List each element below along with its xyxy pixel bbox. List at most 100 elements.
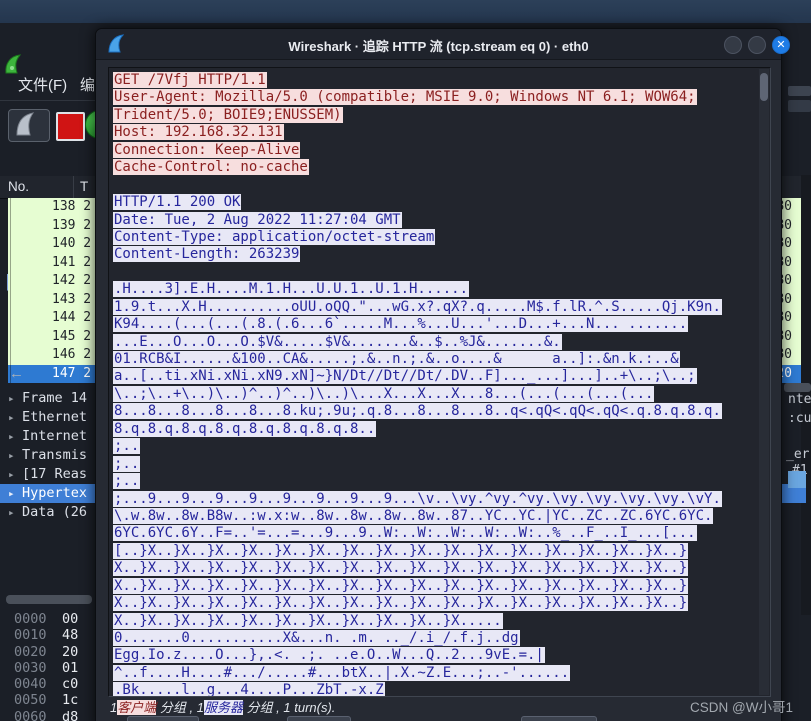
shark-fin-icon: [16, 112, 35, 136]
detail-right-fragment: :cu: [788, 411, 811, 426]
hex-offset: 0000: [14, 611, 47, 627]
stream-text: Trident/5.0; BOIE9;ENUSSEM): [113, 106, 343, 123]
minimize-button[interactable]: [724, 36, 742, 54]
hex-bytes: 48: [62, 627, 79, 644]
stream-text: \.w.8w..8w.B8w..:w.x:w..8w..8w..8w..8w..…: [113, 507, 714, 524]
stream-line: Content-Length: 263239: [113, 246, 756, 263]
stream-line: X..}X..}X..}X..}X..}X..}X..}X..}X..}X..}…: [113, 612, 756, 630]
maximize-button[interactable]: [748, 36, 766, 54]
packet-no-cell: 146 2: [52, 347, 92, 362]
stream-line: ;..: [113, 438, 756, 455]
column-time[interactable]: T: [80, 179, 88, 194]
stream-text: X..}X..}X..}X..}X..}X..}X..}X..}X..}X..}…: [113, 577, 689, 594]
hex-row[interactable]: 0020 20: [0, 644, 95, 660]
stream-line: Connection: Keep-Alive: [113, 141, 756, 159]
stream-line: [113, 177, 756, 194]
packet-no-cell: 143 2: [52, 291, 92, 307]
client-badge: 客户端: [117, 700, 157, 715]
stream-text: 6YC.6YC.6Y..F=..'=...=...9...9..W:..W:..…: [113, 525, 697, 542]
status-part: 1: [196, 700, 204, 715]
stream-text: Content-Type: application/octet-stream: [113, 228, 436, 245]
column-separator[interactable]: [73, 176, 74, 198]
stream-text: ;..: [113, 473, 141, 490]
stream-line: K94....(...(...(.8.(.6...6`.....M...%...…: [113, 316, 756, 333]
hex-row[interactable]: 0010 48: [0, 627, 95, 643]
stream-text: 8.q.8.q.8.q.8.q.8.q.8.q.8.q.8..: [113, 420, 377, 437]
mouse-cursor: ←: [9, 365, 24, 382]
menu-file[interactable]: 文件(F): [18, 74, 67, 95]
status-part: 分组 ,: [242, 700, 284, 715]
stream-line: GET /7Vfj HTTP/1.1: [113, 72, 756, 89]
stream-line: Cache-Control: no-cache: [113, 159, 756, 176]
stream-line: ;..: [113, 455, 756, 473]
dialog-bottom-button[interactable]: [127, 716, 199, 721]
screen: 文件(F) 编辑 tcp.stream No. T 138 280139 280…: [0, 0, 811, 721]
stream-text: ;..: [113, 438, 141, 455]
stream-text: ;...9...9...9...9...9...9...9...9...\v..…: [113, 490, 722, 507]
hex-bytes: 1c: [62, 692, 79, 709]
stream-text-area[interactable]: GET /7Vfj HTTP/1.1 User-Agent: Mozilla/5.…: [108, 67, 771, 697]
scrollbar-right-fragment[interactable]: [784, 383, 811, 392]
stream-line: ;...9...9...9...9...9...9...9...9...\v..…: [113, 490, 756, 508]
chevron-right-icon[interactable]: ▸: [8, 408, 15, 427]
hex-row[interactable]: 0030 01: [0, 660, 95, 676]
close-button[interactable]: ✕: [772, 36, 790, 54]
stream-line: [113, 264, 756, 281]
stream-status-text: 1客户端 分组 , 1服务器 分组 , 1 turn(s).: [110, 697, 335, 716]
stream-text: Cache-Control: no-cache: [113, 159, 309, 176]
hex-row[interactable]: 0060 d8: [0, 709, 95, 721]
chevron-right-icon[interactable]: ▸: [8, 427, 15, 446]
stream-text: GET /7Vfj HTTP/1.1: [113, 72, 267, 88]
stream-line: \.w.8w..8w.B8w..:w.x:w..8w..8w..8w..8w..…: [113, 507, 756, 525]
dialog-scrollbar[interactable]: [759, 69, 769, 695]
hex-bytes: c0: [62, 676, 79, 693]
stream-text: \..;\..+\..)\..)^..)^..)\..)\...X...X...…: [113, 385, 655, 402]
dialog-bottom-button[interactable]: [287, 716, 351, 721]
detail-right-fragment: _er: [786, 447, 810, 462]
packet-no-cell: 142 2: [52, 273, 92, 288]
stream-line: 8.q.8.q.8.q.8.q.8.q.8.q.8.q.8..: [113, 420, 756, 438]
hex-offset: 0010: [14, 627, 47, 644]
stream-line: Host: 192.168.32.131: [113, 124, 756, 141]
stream-line: X..}X..}X..}X..}X..}X..}X..}X..}X..}X..}…: [113, 595, 756, 612]
hex-offset: 0020: [14, 643, 47, 660]
stream-line: 1.9.t...X.H..........oUU.oQQ."...wG.x?.q…: [113, 298, 756, 316]
stream-line: a..[..ti.xNi.xNi.xN9.xN]~}N/Dt//Dt//Dt/.…: [113, 368, 756, 385]
chevron-right-icon[interactable]: ▸: [8, 484, 15, 503]
hex-row[interactable]: 0040 c0: [0, 676, 95, 692]
stream-text: ;..: [113, 455, 141, 472]
hex-bytes: d8: [62, 708, 79, 721]
dialog-scrollbar-thumb[interactable]: [760, 73, 768, 101]
hex-row[interactable]: 0050 1c: [0, 692, 95, 708]
hex-row[interactable]: 0000 00: [0, 611, 95, 627]
chevron-right-icon[interactable]: ▸: [8, 389, 15, 408]
stream-line: [..}X..}X..}X..}X..}X..}X..}X..}X..}X..}…: [113, 542, 756, 560]
stream-text: 01.RCB&I......&100..CA&.....;.&..n.;.&..…: [113, 351, 680, 367]
chevron-right-icon[interactable]: ▸: [8, 465, 15, 484]
hex-view: 0000 00 0010 48 0020 20 0030 01 0040 c0 0050 1c 0060…: [0, 611, 95, 721]
stream-line: 6YC.6YC.6Y..F=..'=...=...9...9..W:..W:..…: [113, 525, 756, 542]
stream-text: a..[..ti.xNi.xNi.xN9.xN]~}N/Dt//Dt//Dt/.…: [113, 368, 697, 385]
hex-offset: 0030: [14, 659, 47, 676]
stream-line: .H....3].E.H....M.1.H...U.U.1..U.1.H....…: [113, 281, 756, 298]
stream-text: [..}X..}X..}X..}X..}X..}X..}X..}X..}X..}…: [113, 542, 689, 559]
detail-right-fragment: nte: [788, 392, 811, 407]
stream-text: Content-Length: 263239: [113, 246, 301, 263]
detail-right-selection-fragment: [788, 471, 806, 488]
stream-text: .Bk.....l..g...4....P...ZbT.-x.Z: [113, 682, 385, 696]
chevron-right-icon[interactable]: ▸: [8, 446, 15, 465]
stop-capture-button[interactable]: [56, 112, 85, 141]
dialog-bottom-button[interactable]: [521, 716, 597, 721]
stream-line: .Bk.....l..g...4....P...ZbT.-x.Z: [113, 682, 756, 696]
stream-line: HTTP/1.1 200 OK: [113, 194, 756, 211]
horizontal-scrollbar-thumb[interactable]: [6, 595, 92, 604]
dialog-titlebar[interactable]: Wireshark · 追踪 HTTP 流 (tcp.stream eq 0) …: [96, 29, 790, 60]
column-no[interactable]: No.: [8, 179, 29, 194]
packet-no-cell: 144 2: [52, 310, 92, 325]
stream-text: Host: 192.168.32.131: [113, 124, 284, 141]
hex-bytes: 01: [62, 659, 79, 676]
toolbar-right-fragment: [788, 86, 811, 96]
start-capture-button[interactable]: [8, 109, 50, 142]
chevron-right-icon[interactable]: ▸: [8, 503, 15, 522]
packet-list-gridline: [10, 198, 11, 383]
